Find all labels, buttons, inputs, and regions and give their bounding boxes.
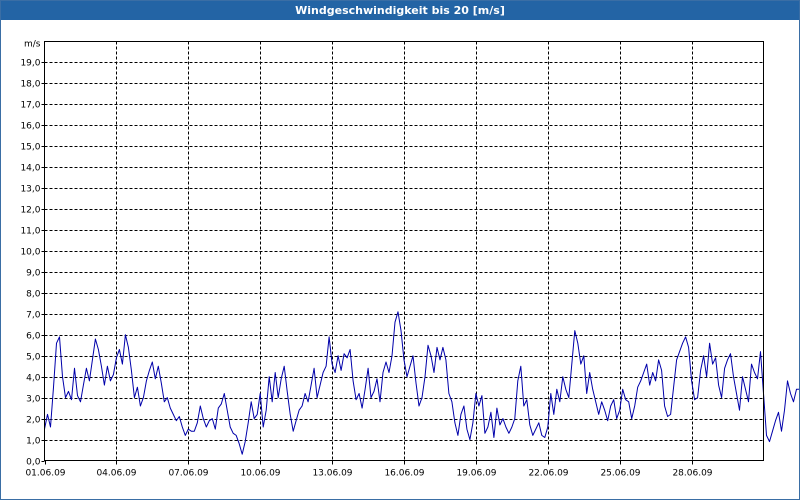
x-tick-label: 10.06.09 — [240, 469, 280, 479]
y-tick-label: 0,0 — [26, 458, 41, 468]
y-tick-label: 17,0 — [20, 101, 40, 111]
y-axis: 0,0 1,0 2,0 3,0 4,0 5,0 6,0 7,0 8,0 9,0 10,0 11,0 12… — [20, 59, 45, 468]
y-tick-label: 4,0 — [26, 374, 41, 384]
y-tick-label: 15,0 — [20, 143, 40, 153]
y-tick-label: 6,0 — [26, 332, 41, 342]
x-tick-label: 19.06.09 — [456, 469, 496, 479]
y-tick-label: 11,0 — [20, 227, 40, 237]
y-tick-label: 18,0 — [20, 80, 40, 90]
x-tick-label: 13.06.09 — [312, 469, 352, 479]
x-tick-label: 04.06.09 — [96, 469, 136, 479]
grid-lines — [44, 41, 764, 461]
y-tick-label: 7,0 — [26, 311, 41, 321]
y-tick-label: 5,0 — [26, 353, 41, 363]
x-tick-label: 22.06.09 — [528, 469, 568, 479]
y-tick-label: 16,0 — [20, 122, 40, 132]
x-tick-label: 25.06.09 — [600, 469, 640, 479]
chart-window: Windgeschwindigkeit bis 20 [m/s] 0,0 1,0 2… — [0, 0, 800, 500]
series-line-0 — [44, 311, 799, 455]
y-tick-label: 1,0 — [26, 437, 41, 447]
y-tick-label: 8,0 — [26, 290, 41, 300]
x-tick-label: 28.06.09 — [672, 469, 712, 479]
y-tick-label: 2,0 — [26, 416, 41, 426]
chart-title: Windgeschwindigkeit bis 20 [m/s] — [1, 1, 799, 20]
y-tick-label: 14,0 — [20, 164, 40, 174]
y-tick-label: 13,0 — [20, 185, 40, 195]
y-tick-label: 10,0 — [20, 248, 40, 258]
y-axis-label: m/s — [24, 40, 41, 50]
y-tick-label: 9,0 — [26, 269, 41, 279]
x-tick-label: 01.06.09 — [25, 469, 65, 479]
chart-svg: 0,0 1,0 2,0 3,0 4,0 5,0 6,0 7,0 8,0 9,0 10,0 11,0 12… — [20, 40, 799, 479]
x-tick-label: 16.06.09 — [384, 469, 424, 479]
x-axis: 01.06.09 04.06.09 07.06.09 10.06.09 13.06.09… — [25, 460, 713, 479]
series-group — [44, 311, 799, 455]
y-tick-label: 3,0 — [26, 395, 41, 405]
y-tick-label: 19,0 — [20, 59, 40, 69]
x-tick-label: 07.06.09 — [168, 469, 208, 479]
y-tick-label: 12,0 — [20, 206, 40, 216]
